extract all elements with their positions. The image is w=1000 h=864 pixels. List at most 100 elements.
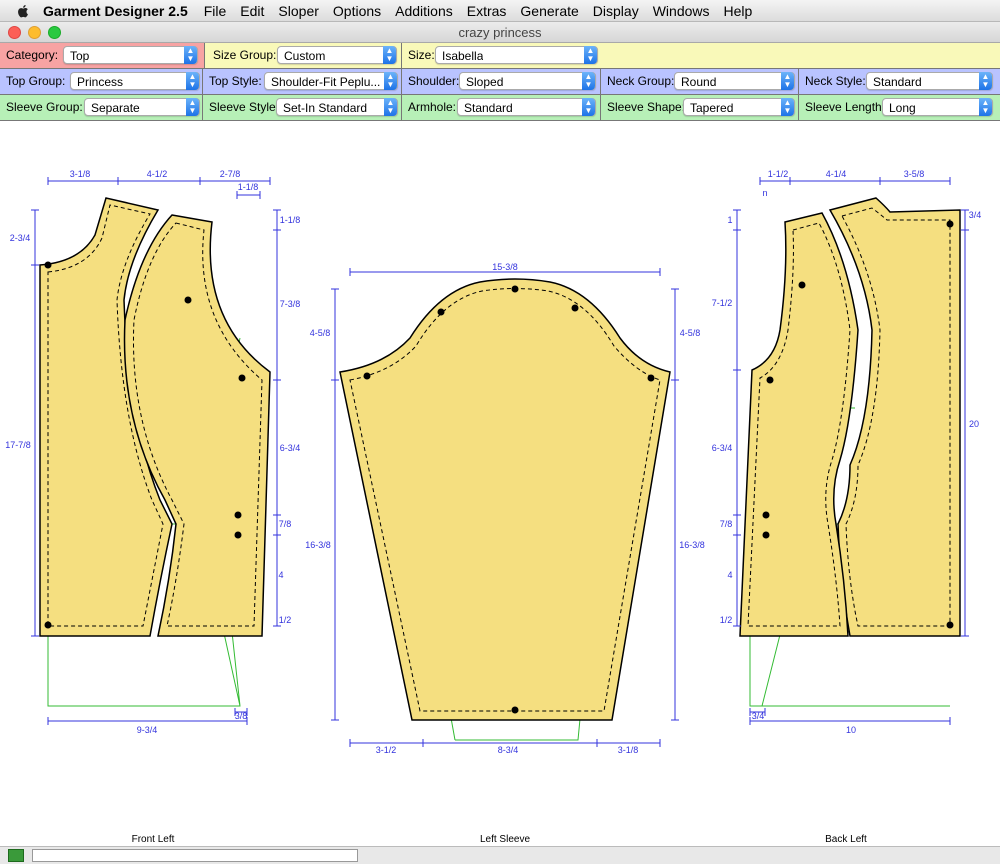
sleeve-shape-select[interactable]: Tapered ▲ ▼ [683,98,795,116]
chevron-updown-icon: ▲ ▼ [383,46,396,64]
sleeve-outline [339,278,671,721]
chevron-updown-icon: ▲ ▼ [582,72,595,90]
chevron-updown-icon: ▲ ▼ [979,98,992,116]
svg-text:4: 4 [727,570,732,580]
menu-sloper[interactable]: Sloper [278,3,318,19]
size-group-select[interactable]: Custom ▲ ▼ [277,46,397,64]
svg-text:15-3/8: 15-3/8 [492,262,518,272]
svg-text:2-7/8: 2-7/8 [220,169,241,179]
top-group-label: Top Group: [6,74,66,88]
window-title: crazy princess [458,25,542,40]
app-name-menu[interactable]: Garment Designer 2.5 [43,3,188,19]
menu-edit[interactable]: Edit [240,3,264,19]
size-label: Size: [408,48,435,62]
caption-front-left: Front Left [131,834,175,845]
toolbar-row-size: Category: Top ▲ ▼ Size Group: Custom ▲ ▼ S… [0,43,1000,69]
svg-text:8-3/4: 8-3/4 [498,745,519,755]
sleeve-length-label: Sleeve Length: [805,100,886,114]
menu-file[interactable]: File [204,3,227,19]
menu-additions[interactable]: Additions [395,3,453,19]
menu-windows[interactable]: Windows [653,3,710,19]
front-left-piece[interactable]: 3-1/8 4-1/2 2-7/8 1-1/8 2-3/4 17-7/8 1-1… [5,169,300,735]
top-group-field: Top Group: Princess ▲ ▼ [0,69,203,94]
category-label: Category: [6,48,59,62]
shoulder-select[interactable]: Sloped ▲ ▼ [459,72,596,90]
svg-text:20: 20 [969,419,979,429]
top-style-field: Top Style: Shoulder-Fit Peplu... ▲ ▼ [203,69,402,94]
size-value: Isabella [442,49,484,63]
menu-display[interactable]: Display [593,3,639,19]
menu-bar: Garment Designer 2.5 File Edit Sloper Op… [0,0,1000,22]
chevron-updown-icon: ▲ ▼ [186,98,199,116]
menu-extras[interactable]: Extras [467,3,507,19]
neck-style-select[interactable]: Standard ▲ ▼ [866,72,993,90]
back-left-piece[interactable]: 1-1/2 4-1/4 3-5/8 n 1 7-1/2 6-3/4 7/8 4 … [712,169,982,735]
chevron-updown-icon: ▲ ▼ [584,46,597,64]
chevron-updown-icon: ▲ ▼ [186,72,199,90]
svg-text:7/8: 7/8 [279,519,292,529]
armhole-value: Standard [464,101,513,115]
sleeve-group-select[interactable]: Separate ▲ ▼ [84,98,200,116]
left-sleeve-piece[interactable]: 15-3/8 4-5/8 16-3/8 4-5/8 16-3/8 3-1/2 8… [305,262,705,755]
category-value: Top [70,49,90,63]
pattern-canvas[interactable]: 3-1/8 4-1/2 2-7/8 1-1/8 2-3/4 17-7/8 1-1… [0,121,1000,843]
caption-left-sleeve: Left Sleeve [479,834,531,845]
svg-text:1-1/8: 1-1/8 [238,182,259,192]
svg-text:3/4: 3/4 [752,711,765,721]
sleeve-shape-label: Sleeve Shape: [607,100,686,114]
size-group-field: Size Group: Custom ▲ ▼ [207,43,402,68]
top-style-value: Shoulder-Fit Peplu... [271,75,381,89]
neck-style-field: Neck Style: Standard ▲ ▼ [799,69,999,94]
shoulder-label: Shoulder: [408,74,460,88]
chevron-updown-icon: ▲ ▼ [781,98,794,116]
svg-text:3/8: 3/8 [235,711,248,721]
size-group-label: Size Group: [213,48,277,62]
armhole-select[interactable]: Standard ▲ ▼ [457,98,596,116]
shoulder-value: Sloped [466,75,504,89]
menu-generate[interactable]: Generate [520,3,578,19]
svg-text:1/2: 1/2 [720,615,733,625]
svg-text:6-3/4: 6-3/4 [280,443,301,453]
apple-menu-icon[interactable] [15,3,31,19]
top-style-select[interactable]: Shoulder-Fit Peplu... ▲ ▼ [264,72,398,90]
svg-text:4: 4 [278,570,283,580]
sleeve-length-select[interactable]: Long ▲ ▼ [882,98,993,116]
neck-group-field: Neck Group: Round ▲ ▼ [601,69,799,94]
menu-options[interactable]: Options [333,3,381,19]
svg-text:1-1/2: 1-1/2 [768,169,789,179]
sleeve-style-label: Sleeve Style: [209,100,280,114]
status-refresh-icon[interactable] [8,849,24,862]
svg-text:3-5/8: 3-5/8 [904,169,925,179]
status-bar [0,846,1000,864]
category-group: Category: Top ▲ ▼ [0,43,205,68]
svg-text:16-3/8: 16-3/8 [679,540,705,550]
chevron-updown-icon: ▲ ▼ [384,72,397,90]
svg-text:10: 10 [846,725,856,735]
sleeve-style-select[interactable]: Set-In Standard ▲ ▼ [276,98,398,116]
sleeve-group-label: Sleeve Group: [6,100,83,114]
sleeve-shape-value: Tapered [690,101,734,115]
svg-text:1: 1 [727,215,732,225]
category-select[interactable]: Top ▲ ▼ [63,46,198,64]
top-group-select[interactable]: Princess ▲ ▼ [70,72,200,90]
toolbar-row-top: Top Group: Princess ▲ ▼ Top Style: Should… [0,69,1000,95]
neck-group-label: Neck Group: [607,74,675,88]
caption-back-left: Back Left [825,834,867,845]
svg-text:7-1/2: 7-1/2 [712,298,733,308]
top-style-label: Top Style: [209,74,262,88]
neck-group-select[interactable]: Round ▲ ▼ [674,72,795,90]
size-group-value: Custom [284,49,326,63]
svg-text:4-1/4: 4-1/4 [826,169,847,179]
svg-text:3-1/8: 3-1/8 [70,169,91,179]
sleeve-style-value: Set-In Standard [283,101,368,115]
svg-text:3-1/8: 3-1/8 [618,745,639,755]
toolbar-row-sleeve: Sleeve Group: Separate ▲ ▼ Sleeve Style: … [0,95,1000,121]
menu-help[interactable]: Help [724,3,753,19]
svg-text:9-3/4: 9-3/4 [137,725,158,735]
svg-text:16-3/8: 16-3/8 [305,540,331,550]
svg-text:7-3/8: 7-3/8 [280,299,301,309]
svg-text:1-1/8: 1-1/8 [280,215,301,225]
size-select[interactable]: Isabella ▲ ▼ [435,46,598,64]
neck-style-label: Neck Style: [805,74,866,88]
sleeve-length-value: Long [889,101,916,115]
